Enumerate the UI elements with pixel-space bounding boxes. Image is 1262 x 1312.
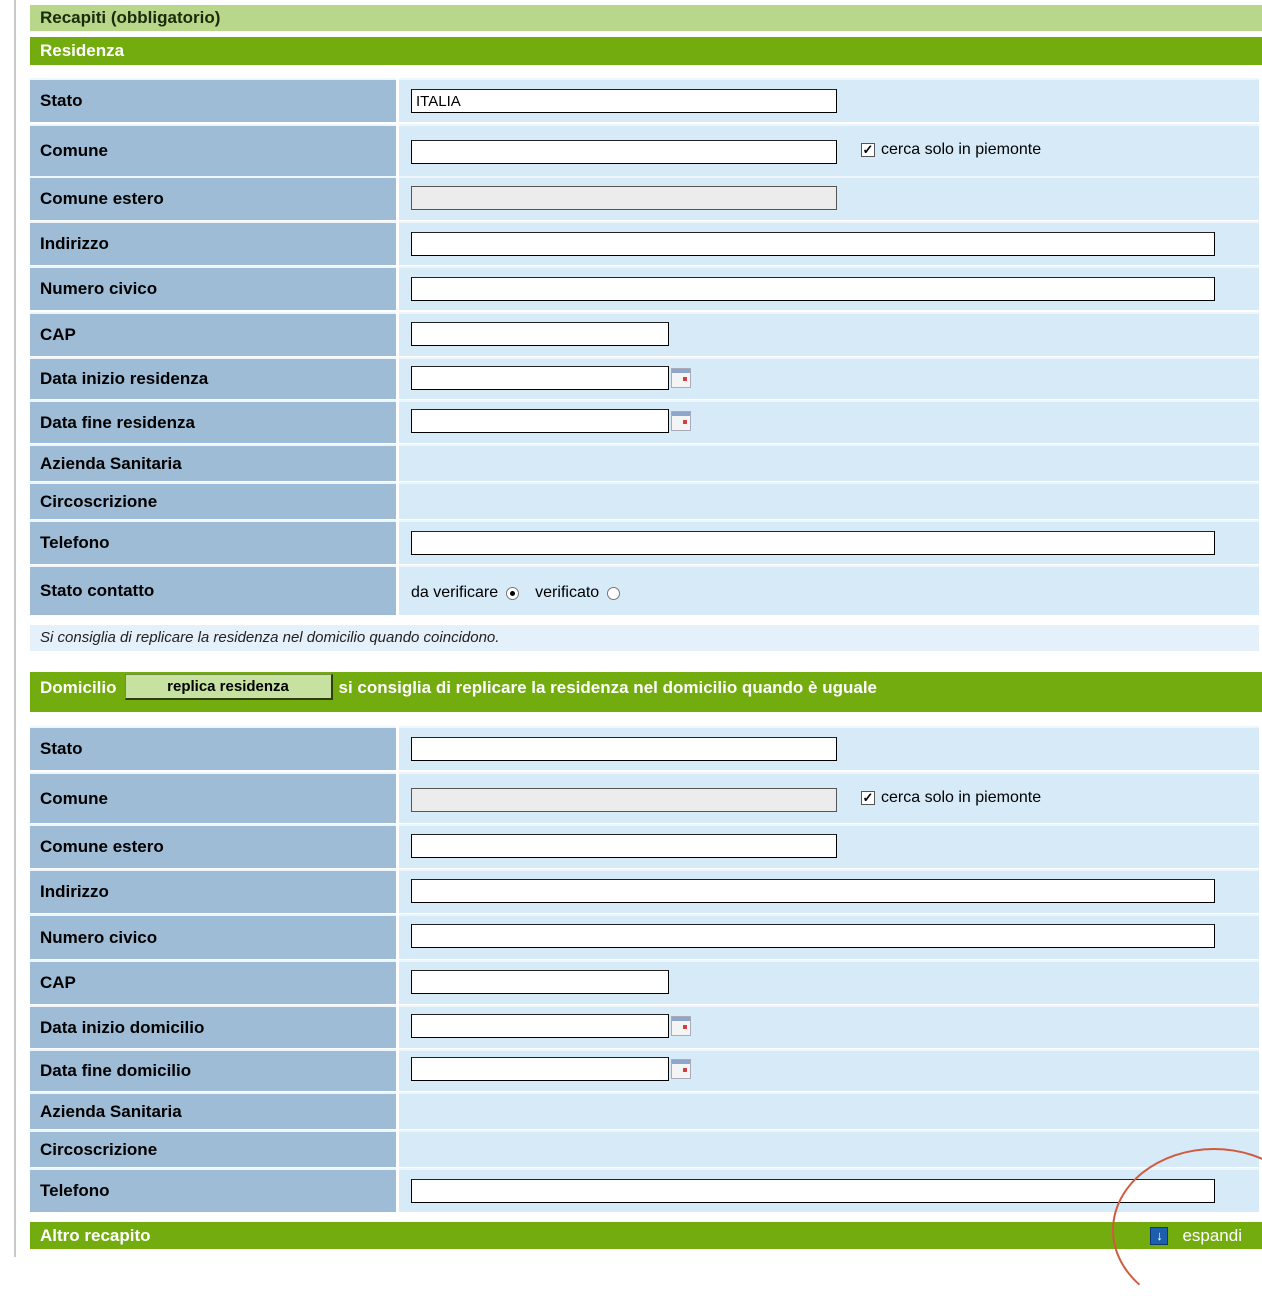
domicilio-comune-input [411,788,837,812]
residenza-comune-input[interactable] [411,140,837,164]
domicilio-stato-input[interactable] [411,737,837,761]
field-label: Circoscrizione [30,482,396,519]
expand-label[interactable]: espandi [1182,1222,1242,1249]
radio-label: verificato [535,584,600,601]
section-header-recapiti: Recapiti (obbligatorio) [30,5,1262,31]
field-label: Stato contatto [30,565,396,615]
residenza-row-numero-civico: Numero civico [30,266,1259,310]
altro-title: Altro recapito [40,1226,151,1245]
circoscrizione-value [399,482,1259,519]
residenza-row-data-fine: Data fine residenza [30,400,1259,443]
field-label: Stato [30,78,396,122]
field-label: Comune estero [30,176,396,220]
residenza-piemonte-checkbox[interactable]: ✓ cerca solo in piemonte [861,141,1041,159]
field-label: Indirizzo [30,869,396,913]
domicilio-numero-civico-input[interactable] [411,924,1215,948]
azienda-value [399,1092,1259,1129]
domicilio-title: Domicilio [40,678,117,697]
replica-residenza-button[interactable]: replica residenza [124,674,333,700]
residenza-row-telefono: Telefono [30,520,1259,564]
field-label: Circoscrizione [30,1130,396,1167]
domicilio-row-comune: Comune ✓ cerca solo in piemonte [30,772,1259,823]
domicilio-row-data-inizio: Data inizio domicilio [30,1005,1259,1048]
circoscrizione-value [399,1130,1259,1167]
domicilio-data-inizio-input[interactable] [411,1014,669,1038]
field-label: Telefono [30,1168,396,1212]
calendar-icon[interactable] [671,368,691,388]
replica-note: Si consiglia di replicare la residenza n… [30,625,1259,651]
stato-contatto-radios: da verificare verificato [411,584,636,602]
residenza-comune-estero-input [411,186,837,210]
left-border [14,0,16,1257]
field-label: CAP [30,960,396,1004]
residenza-data-inizio-input[interactable] [411,366,669,390]
domicilio-indirizzo-input[interactable] [411,879,1215,903]
checkbox-label: cerca solo in piemonte [881,141,1042,158]
residenza-row-cap: CAP [30,312,1259,356]
domicilio-data-fine-input[interactable] [411,1057,669,1081]
residenza-row-indirizzo: Indirizzo [30,221,1259,265]
expand-arrow-icon[interactable]: ↓ [1150,1226,1169,1245]
field-label: Data inizio domicilio [30,1005,396,1048]
domicilio-piemonte-checkbox[interactable]: ✓ cerca solo in piemonte [861,789,1041,807]
radio-da-verificare[interactable] [506,586,520,600]
domicilio-row-circoscrizione: Circoscrizione [30,1130,1259,1167]
residenza-row-stato: Stato [30,78,1259,122]
field-label: Data fine residenza [30,400,396,443]
domicilio-row-numero-civico: Numero civico [30,914,1259,959]
domicilio-hint: si consiglia di replicare la residenza n… [338,678,877,697]
azienda-value [399,444,1259,481]
field-label: Data fine domicilio [30,1049,396,1091]
residenza-row-azienda: Azienda Sanitaria [30,444,1259,481]
field-label: Comune estero [30,824,396,868]
residenza-stato-input[interactable] [411,89,837,113]
domicilio-row-telefono: Telefono [30,1168,1259,1212]
section-header-altro-recapito: Altro recapito ↓ espandi [30,1222,1262,1249]
expand-link[interactable]: ↓ espandi [1150,1222,1242,1249]
check-icon[interactable]: ✓ [861,791,875,805]
domicilio-row-data-fine: Data fine domicilio [30,1049,1259,1091]
field-label: Stato [30,726,396,770]
residenza-indirizzo-input[interactable] [411,232,1215,256]
calendar-icon[interactable] [671,411,691,431]
residenza-row-stato-contatto: Stato contatto da verificare verificato [30,565,1259,615]
field-label: Azienda Sanitaria [30,1092,396,1129]
residenza-numero-civico-input[interactable] [411,277,1215,301]
field-label: Numero civico [30,266,396,310]
field-label: Numero civico [30,914,396,959]
section-header-domicilio: Domicilio replica residenza si consiglia… [30,672,1262,712]
residenza-data-fine-input[interactable] [411,409,669,433]
calendar-icon[interactable] [671,1016,691,1036]
domicilio-telefono-input[interactable] [411,1179,1215,1203]
residenza-row-comune-estero: Comune estero [30,176,1259,220]
check-icon[interactable]: ✓ [861,143,875,157]
field-label: Comune [30,124,396,176]
checkbox-label: cerca solo in piemonte [881,789,1042,806]
radio-label: da verificare [411,584,499,601]
field-label: Indirizzo [30,221,396,265]
domicilio-row-cap: CAP [30,960,1259,1004]
calendar-icon[interactable] [671,1059,691,1079]
field-label: CAP [30,312,396,356]
field-label: Azienda Sanitaria [30,444,396,481]
section-header-residenza: Residenza [30,37,1262,65]
field-label: Data inizio residenza [30,357,396,399]
residenza-row-comune: Comune ✓ cerca solo in piemonte [30,124,1259,176]
field-label: Telefono [30,520,396,564]
residenza-telefono-input[interactable] [411,531,1215,555]
domicilio-row-indirizzo: Indirizzo [30,869,1259,913]
field-label: Comune [30,772,396,823]
residenza-row-data-inizio: Data inizio residenza [30,357,1259,399]
radio-verificato[interactable] [607,586,621,600]
domicilio-comune-estero-input[interactable] [411,834,837,858]
domicilio-cap-input[interactable] [411,970,669,994]
domicilio-row-comune-estero: Comune estero [30,824,1259,868]
domicilio-row-stato: Stato [30,726,1259,770]
residenza-row-circoscrizione: Circoscrizione [30,482,1259,519]
residenza-cap-input[interactable] [411,322,669,346]
domicilio-row-azienda: Azienda Sanitaria [30,1092,1259,1129]
